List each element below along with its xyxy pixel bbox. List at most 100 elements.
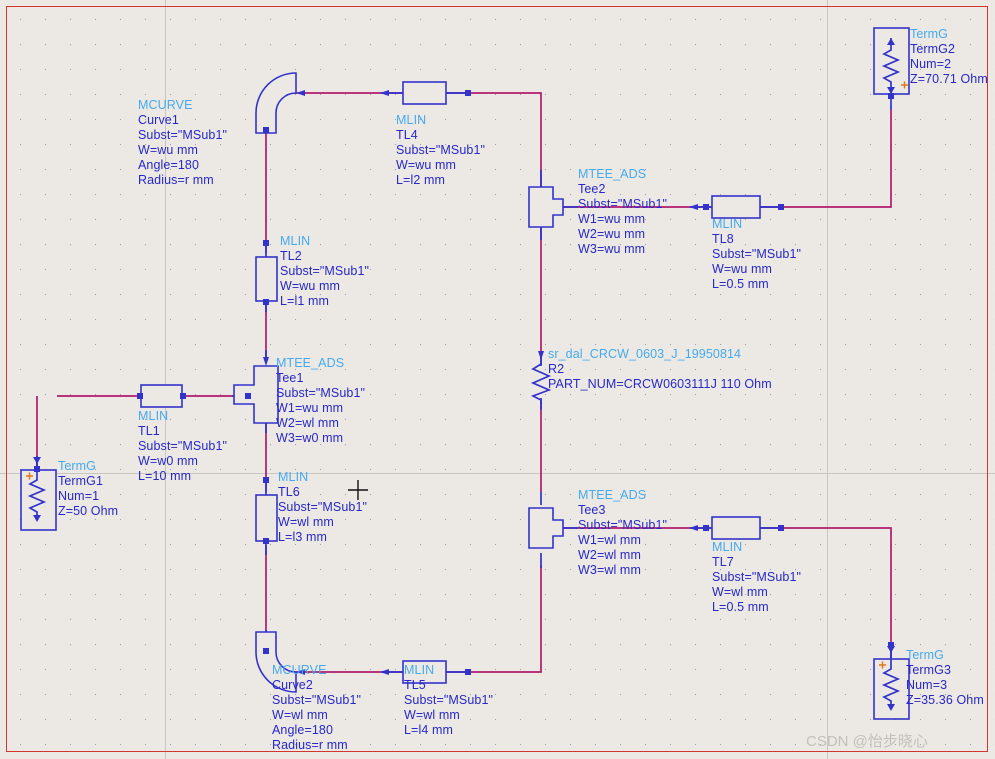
mlin-tl1-body: [140, 384, 183, 408]
tl7-name: TL7: [712, 555, 734, 569]
label-tl7[interactable]: MLIN TL7 Subst="MSub1" W=wl mm L=0.5 mm: [712, 540, 801, 615]
curve1-radius: Radius=r mm: [138, 173, 214, 187]
tee3-w1: W1=wl mm: [578, 533, 641, 547]
label-r2[interactable]: sr_dal_CRCW_0603_J_19950814 R2 PART_NUM=…: [548, 347, 772, 392]
tl4-subst: Subst="MSub1": [396, 143, 486, 157]
termg2-num: Num=2: [910, 57, 952, 71]
tl2-type: MLIN: [280, 234, 311, 248]
label-tee2[interactable]: MTEE_ADS Tee2 Subst="MSub1" W1=wu mm W2=…: [578, 167, 667, 257]
label-termg3[interactable]: TermG TermG3 Num=3 Z=35.36 Ohm: [906, 648, 984, 708]
tl8-length: L=0.5 mm: [712, 277, 769, 291]
tee2-name: Tee2: [578, 182, 606, 196]
termg1-type: TermG: [58, 459, 96, 473]
r2-part-num: PART_NUM=CRCW0603111J 110 Ohm: [548, 377, 772, 391]
tl1-subst: Subst="MSub1": [138, 439, 228, 453]
curve2-angle: Angle=180: [272, 723, 334, 737]
term-termg2-symbol: [873, 27, 910, 95]
tl4-type: MLIN: [396, 113, 427, 127]
termg1-num: Num=1: [58, 489, 100, 503]
wire-tl8-to-term2: [760, 110, 892, 208]
label-tee1[interactable]: MTEE_ADS Tee1 Subst="MSub1" W1=wu mm W2=…: [276, 356, 365, 446]
label-tl8[interactable]: MLIN TL8 Subst="MSub1" W=wu mm L=0.5 mm: [712, 217, 801, 292]
curve2-subst: Subst="MSub1": [272, 693, 362, 707]
tl7-subst: Subst="MSub1": [712, 570, 802, 584]
tee1-subst: Subst="MSub1": [276, 386, 366, 400]
termg3-impedance: Z=35.36 Ohm: [906, 693, 984, 707]
curve2-name: Curve2: [272, 678, 313, 692]
term-termg3-symbol: [873, 645, 910, 720]
tl1-type: MLIN: [138, 409, 169, 423]
tee3-name: Tee3: [578, 503, 606, 517]
mlin-tl7-body: [711, 516, 761, 540]
label-tl6[interactable]: MLIN TL6 Subst="MSub1" W=wl mm L=l3 mm: [278, 470, 367, 545]
tee3-type: MTEE_ADS: [578, 488, 647, 502]
tl5-subst: Subst="MSub1": [404, 693, 494, 707]
mlin-tl6-body: [255, 494, 278, 542]
label-curve2[interactable]: MCURVE Curve2 Subst="MSub1" W=wl mm Angl…: [272, 663, 361, 753]
tl8-type: MLIN: [712, 217, 743, 231]
mtee-tee1-body: [233, 365, 279, 424]
r2-type: sr_dal_CRCW_0603_J_19950814: [548, 347, 742, 361]
tl6-name: TL6: [278, 485, 300, 499]
mlin-tl2-body: [255, 256, 278, 302]
termg1-name: TermG1: [58, 474, 104, 488]
tee3-w2: W2=wl mm: [578, 548, 641, 562]
resistor-r2-symbol: [530, 358, 552, 404]
label-curve1[interactable]: MCURVE Curve1 Subst="MSub1" W=wu mm Angl…: [138, 98, 227, 188]
termg2-type: TermG: [910, 27, 948, 41]
curve2-radius: Radius=r mm: [272, 738, 348, 752]
tl6-length: L=l3 mm: [278, 530, 327, 544]
tee1-w2: W2=wl mm: [276, 416, 339, 430]
tl8-width: W=wu mm: [712, 262, 773, 276]
tee3-w3: W3=wl mm: [578, 563, 641, 577]
curve1-type: MCURVE: [138, 98, 193, 112]
tl2-width: W=wu mm: [280, 279, 341, 293]
termg3-num: Num=3: [906, 678, 948, 692]
tee2-w1: W1=wu mm: [578, 212, 646, 226]
schematic-canvas[interactable]: MCURVE Curve1 Subst="MSub1" W=wu mm Angl…: [0, 0, 995, 759]
mlin-tl8-body: [711, 195, 761, 219]
tl1-width: W=w0 mm: [138, 454, 199, 468]
curve2-type: MCURVE: [272, 663, 327, 677]
tl7-type: MLIN: [712, 540, 743, 554]
label-tl5[interactable]: MLIN TL5 Subst="MSub1" W=wl mm L=l4 mm: [404, 663, 493, 738]
tl5-length: L=l4 mm: [404, 723, 453, 737]
tl2-length: L=l1 mm: [280, 294, 329, 308]
mcurve-curve1-body: [255, 72, 297, 134]
tee2-w2: W2=wu mm: [578, 227, 646, 241]
label-tee3[interactable]: MTEE_ADS Tee3 Subst="MSub1" W1=wl mm W2=…: [578, 488, 667, 578]
wire-tl5-to-tee3: [446, 565, 542, 673]
termg3-name: TermG3: [906, 663, 952, 677]
termg1-impedance: Z=50 Ohm: [58, 504, 119, 518]
label-tl2[interactable]: MLIN TL2 Subst="MSub1" W=wu mm L=l1 mm: [280, 234, 369, 309]
tl1-length: L=10 mm: [138, 469, 192, 483]
termg2-name: TermG2: [910, 42, 956, 56]
tl7-width: W=wl mm: [712, 585, 768, 599]
tl8-name: TL8: [712, 232, 734, 246]
mtee-tee2-body: [528, 186, 564, 228]
label-tl4[interactable]: MLIN TL4 Subst="MSub1" W=wu mm L=l2 mm: [396, 113, 485, 188]
label-tl1[interactable]: MLIN TL1 Subst="MSub1" W=w0 mm L=10 mm: [138, 409, 227, 484]
tl4-name: TL4: [396, 128, 418, 142]
curve1-subst: Subst="MSub1": [138, 128, 228, 142]
curve2-width: W=wl mm: [272, 708, 328, 722]
curve1-angle: Angle=180: [138, 158, 200, 172]
label-termg2[interactable]: TermG TermG2 Num=2 Z=70.71 Ohm: [910, 27, 988, 87]
tl1-name: TL1: [138, 424, 160, 438]
tee1-w3: W3=w0 mm: [276, 431, 344, 445]
tl6-type: MLIN: [278, 470, 309, 484]
tee2-w3: W3=wu mm: [578, 242, 646, 256]
curve1-name: Curve1: [138, 113, 179, 127]
r2-name: R2: [548, 362, 565, 376]
tl5-type: MLIN: [404, 663, 435, 677]
tl2-subst: Subst="MSub1": [280, 264, 370, 278]
label-termg1[interactable]: TermG TermG1 Num=1 Z=50 Ohm: [58, 459, 118, 519]
tee3-subst: Subst="MSub1": [578, 518, 668, 532]
termg2-impedance: Z=70.71 Ohm: [910, 72, 988, 86]
tl6-subst: Subst="MSub1": [278, 500, 368, 514]
tl5-name: TL5: [404, 678, 426, 692]
mtee-tee3-body: [528, 507, 564, 549]
tl4-length: L=l2 mm: [396, 173, 445, 187]
curve1-width: W=wu mm: [138, 143, 199, 157]
tl4-width: W=wu mm: [396, 158, 457, 172]
